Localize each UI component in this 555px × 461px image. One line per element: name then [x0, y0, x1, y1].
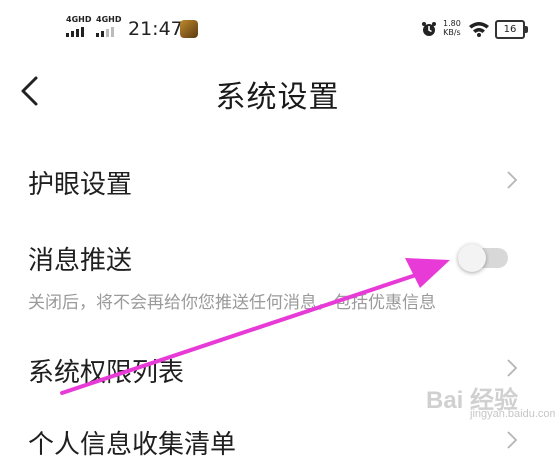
page-title: 系统设置: [215, 80, 340, 115]
chevron-right-icon: [507, 431, 518, 449]
chevron-right-icon: [507, 359, 518, 377]
signal-bars-icon: [96, 27, 114, 37]
push-description: 关闭后，将不会再给你您推送任何消息，包括优惠信息: [28, 293, 436, 313]
status-time: 21:47: [128, 18, 183, 40]
status-bar: 4GHD 4GHD 21:47 1.80 KB/s 16: [0, 0, 555, 58]
watermark-url: jingyan.baidu.com: [470, 408, 555, 420]
speed-value: 1.80: [443, 19, 461, 28]
signal-bars-icon: [66, 27, 84, 37]
push-toggle[interactable]: [458, 244, 510, 272]
battery-icon: 16: [495, 20, 528, 39]
info-collection-label: 个人信息收集清单: [28, 430, 237, 460]
game-app-icon: [180, 20, 198, 38]
network-type-1: 4GHD: [66, 15, 92, 24]
speed-unit: KB/s: [443, 28, 461, 37]
alarm-clock-icon: [422, 22, 436, 36]
eye-care-label: 护眼设置: [28, 170, 133, 200]
baidu-watermark: Bai 经验 jingyan.baidu.com: [426, 378, 555, 428]
toggle-knob: [458, 244, 486, 272]
permissions-label: 系统权限列表: [28, 358, 185, 388]
push-label: 消息推送: [28, 246, 133, 276]
network-speed: 1.80 KB/s: [443, 19, 461, 37]
chevron-right-icon: [507, 171, 518, 189]
wifi-icon: [469, 22, 489, 37]
network-type-2: 4GHD: [96, 15, 122, 24]
